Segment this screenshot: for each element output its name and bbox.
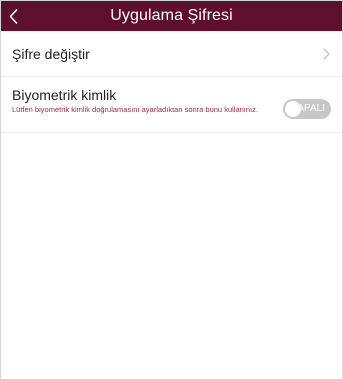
chevron-left-icon xyxy=(9,8,18,24)
change-password-row[interactable]: Şifre değiştir xyxy=(1,31,342,77)
header-bar: Uygulama Şifresi xyxy=(1,1,342,31)
change-password-label: Şifre değiştir xyxy=(12,45,90,62)
biometric-description: Lütfen biyometrik kimlik doğrulamasını a… xyxy=(12,105,258,114)
biometric-row: Biyometrik kimlik Lütfen biyometrik kiml… xyxy=(1,77,342,133)
chevron-right-icon xyxy=(323,47,330,60)
toggle-label: KAPALI xyxy=(290,103,325,114)
app-screen: Uygulama Şifresi Şifre değiştir Biyometr… xyxy=(0,0,343,380)
back-button[interactable] xyxy=(9,1,31,31)
biometric-title: Biyometrik kimlik xyxy=(12,87,117,103)
page-title: Uygulama Şifresi xyxy=(110,7,233,24)
biometric-toggle[interactable]: KAPALI xyxy=(283,99,331,119)
